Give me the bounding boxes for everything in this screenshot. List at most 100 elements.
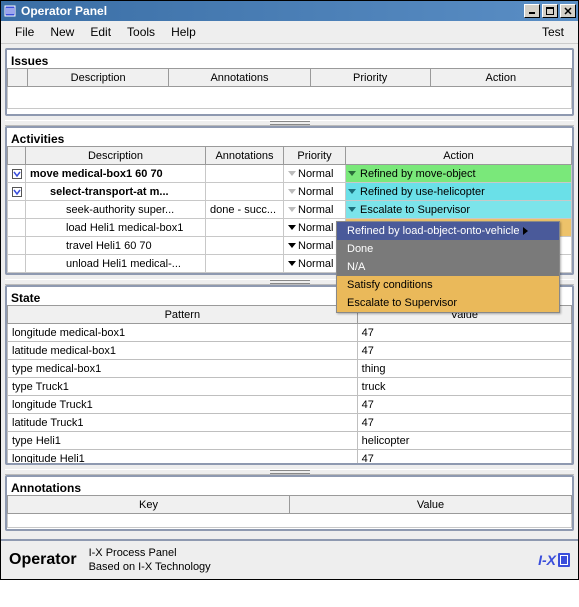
status-line1: I-X Process Panel xyxy=(89,546,211,560)
activity-action[interactable]: Escalate to Supervisor xyxy=(346,201,572,219)
state-pattern[interactable]: type Truck1 xyxy=(8,378,358,396)
state-pattern[interactable]: longitude medical-box1 xyxy=(8,324,358,342)
dropdown-item[interactable]: Refined by load-object-onto-vehicle xyxy=(337,222,559,240)
activity-toggle-cell[interactable] xyxy=(8,165,26,183)
menu-help[interactable]: Help xyxy=(163,23,204,41)
state-pattern[interactable]: latitude medical-box1 xyxy=(8,342,358,360)
activities-col-description[interactable]: Description xyxy=(26,147,206,165)
ix-logo-text: I-X xyxy=(538,552,556,568)
chevron-down-icon[interactable] xyxy=(288,207,296,212)
activity-description[interactable]: select-transport-at m... xyxy=(26,183,206,201)
menu-edit[interactable]: Edit xyxy=(82,23,119,41)
activity-annotation[interactable] xyxy=(206,237,284,255)
state-col-pattern[interactable]: Pattern xyxy=(8,306,358,324)
dropdown-item[interactable]: Done xyxy=(337,240,559,258)
menu-test[interactable]: Test xyxy=(534,23,572,41)
dropdown-item-label: Satisfy conditions xyxy=(347,279,433,292)
state-row[interactable]: longitude Heli147 xyxy=(8,450,572,466)
action-dropdown[interactable]: Refined by load-object-onto-vehicleDone N… xyxy=(336,221,560,313)
activities-col-toggle[interactable] xyxy=(8,147,26,165)
menu-new[interactable]: New xyxy=(42,23,82,41)
state-value[interactable]: 47 xyxy=(357,342,571,360)
activity-row[interactable]: seek-authority super...done - succ...Nor… xyxy=(8,201,572,219)
activity-annotation[interactable] xyxy=(206,165,284,183)
state-value[interactable]: 47 xyxy=(357,414,571,432)
state-pattern[interactable]: longitude Truck1 xyxy=(8,396,358,414)
issues-title: Issues xyxy=(7,52,572,68)
state-row[interactable]: longitude medical-box147 xyxy=(8,324,572,342)
state-value[interactable]: thing xyxy=(357,360,571,378)
state-row[interactable]: latitude Truck147 xyxy=(8,414,572,432)
collapse-toggle-icon[interactable] xyxy=(12,187,22,197)
activity-annotation[interactable] xyxy=(206,255,284,273)
issues-col-annotations[interactable]: Annotations xyxy=(169,69,310,87)
activity-row[interactable]: select-transport-at m... NormalRefined by… xyxy=(8,183,572,201)
ix-logo-icon xyxy=(558,553,570,567)
activity-description[interactable]: unload Heli1 medical-... xyxy=(26,255,206,273)
menu-file[interactable]: File xyxy=(7,23,42,41)
state-pattern[interactable]: type Heli1 xyxy=(8,432,358,450)
priority-label: Normal xyxy=(298,240,333,252)
collapse-toggle-icon[interactable] xyxy=(12,169,22,179)
chevron-down-icon[interactable] xyxy=(288,261,296,266)
chevron-down-icon[interactable] xyxy=(348,171,356,176)
activity-action[interactable]: Refined by use-helicopter xyxy=(346,183,572,201)
chevron-down-icon[interactable] xyxy=(348,189,356,194)
maximize-button[interactable] xyxy=(542,4,558,18)
submenu-arrow-icon xyxy=(523,227,528,235)
chevron-down-icon[interactable] xyxy=(288,243,296,248)
state-pattern[interactable]: longitude Heli1 xyxy=(8,450,358,466)
close-button[interactable] xyxy=(560,4,576,18)
menu-tools[interactable]: Tools xyxy=(119,23,163,41)
issues-col-priority[interactable]: Priority xyxy=(310,69,430,87)
activity-annotation[interactable]: done - succ... xyxy=(206,201,284,219)
state-row[interactable]: latitude medical-box147 xyxy=(8,342,572,360)
content-area: Issues Description Annotations Priority … xyxy=(1,44,578,539)
dropdown-item[interactable]: Escalate to Supervisor xyxy=(337,294,559,312)
state-value[interactable]: 47 xyxy=(357,324,571,342)
titlebar: Operator Panel xyxy=(1,1,578,21)
activities-col-annotations[interactable]: Annotations xyxy=(206,147,284,165)
state-pattern[interactable]: latitude Truck1 xyxy=(8,414,358,432)
state-row[interactable]: longitude Truck147 xyxy=(8,396,572,414)
activity-description[interactable]: load Heli1 medical-box1 xyxy=(26,219,206,237)
activity-priority[interactable]: Normal xyxy=(284,183,346,201)
state-row[interactable]: type Heli1helicopter xyxy=(8,432,572,450)
activity-description[interactable]: seek-authority super... xyxy=(26,201,206,219)
chevron-down-icon[interactable] xyxy=(288,171,296,176)
state-value[interactable]: 47 xyxy=(357,450,571,466)
activity-toggle-cell[interactable] xyxy=(8,183,26,201)
activity-description[interactable]: move medical-box1 60 70 xyxy=(26,165,206,183)
activity-annotation[interactable] xyxy=(206,183,284,201)
status-operator: Operator xyxy=(9,551,77,569)
issues-col-toggle[interactable] xyxy=(8,69,28,87)
activity-annotation[interactable] xyxy=(206,219,284,237)
chevron-down-icon[interactable] xyxy=(348,207,356,212)
issues-empty xyxy=(8,87,572,109)
issues-col-action[interactable]: Action xyxy=(430,69,571,87)
activity-priority[interactable]: Normal xyxy=(284,165,346,183)
activities-col-priority[interactable]: Priority xyxy=(284,147,346,165)
dropdown-item-label: N/A xyxy=(347,261,365,274)
chevron-down-icon[interactable] xyxy=(288,225,296,230)
activity-action[interactable]: Refined by move-object xyxy=(346,165,572,183)
annotations-col-value[interactable]: Value xyxy=(290,496,572,514)
activity-priority[interactable]: Normal xyxy=(284,201,346,219)
issues-col-description[interactable]: Description xyxy=(28,69,169,87)
activity-row[interactable]: move medical-box1 60 70 NormalRefined by … xyxy=(8,165,572,183)
annotations-col-key[interactable]: Key xyxy=(8,496,290,514)
minimize-button[interactable] xyxy=(524,4,540,18)
state-pattern[interactable]: type medical-box1 xyxy=(8,360,358,378)
dropdown-item[interactable]: Satisfy conditions xyxy=(337,276,559,294)
state-value[interactable]: truck xyxy=(357,378,571,396)
state-value[interactable]: 47 xyxy=(357,396,571,414)
dropdown-item[interactable]: N/A xyxy=(337,258,559,276)
menubar: File New Edit Tools Help Test xyxy=(1,21,578,44)
issues-section: Issues Description Annotations Priority … xyxy=(5,48,574,116)
activity-description[interactable]: travel Heli1 60 70 xyxy=(26,237,206,255)
state-value[interactable]: helicopter xyxy=(357,432,571,450)
chevron-down-icon[interactable] xyxy=(288,189,296,194)
state-row[interactable]: type Truck1truck xyxy=(8,378,572,396)
activities-col-action[interactable]: Action xyxy=(346,147,572,165)
state-row[interactable]: type medical-box1thing xyxy=(8,360,572,378)
